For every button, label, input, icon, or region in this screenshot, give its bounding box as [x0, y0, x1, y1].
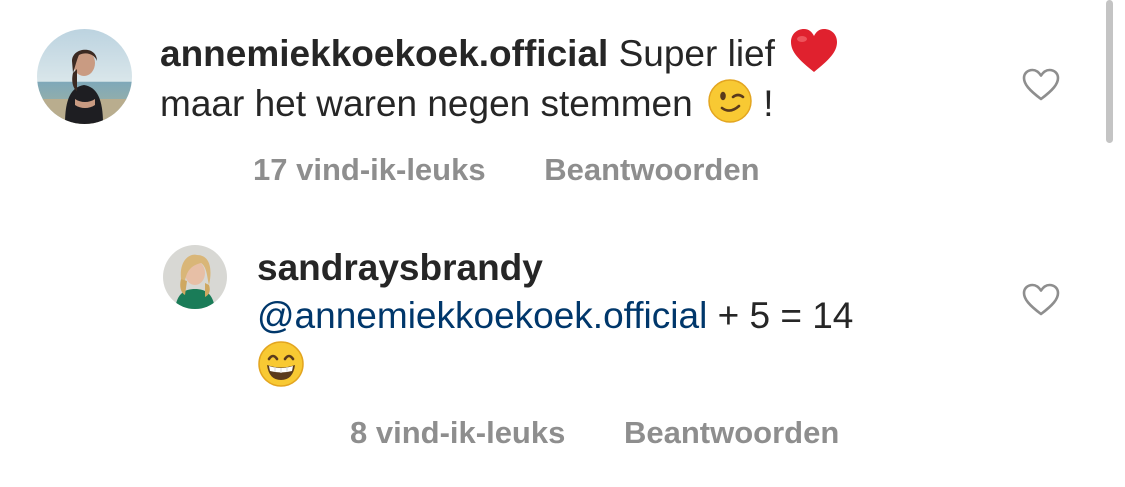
red-heart-icon: [789, 28, 839, 74]
winking-face-icon: [707, 78, 753, 124]
comment-text: annemiekkoekoek.official Super lief maar…: [160, 28, 980, 128]
avatar[interactable]: [163, 245, 227, 309]
comment-body: Super lief: [618, 33, 775, 74]
comment-body: + 5 = 14: [707, 295, 854, 336]
reply-button[interactable]: Beantwoorden: [624, 415, 839, 451]
comment-suffix: !: [763, 83, 774, 124]
like-heart-icon[interactable]: [1022, 283, 1060, 317]
comment-username[interactable]: annemiekkoekoek.official: [160, 33, 608, 74]
mention-link[interactable]: @annemiekkoekoek.official: [257, 295, 707, 336]
likes-count[interactable]: 8 vind-ik-leuks: [350, 415, 565, 451]
grinning-face-icon: [257, 340, 305, 388]
comment-body-line2: maar het waren negen stemmen: [160, 83, 693, 124]
like-heart-icon[interactable]: [1022, 68, 1060, 102]
comment-username[interactable]: sandraysbrandy: [257, 244, 997, 292]
likes-count[interactable]: 17 vind-ik-leuks: [253, 152, 486, 188]
comment-meta: 17 vind-ik-leuks Beantwoorden: [253, 152, 760, 188]
reply-button[interactable]: Beantwoorden: [544, 152, 759, 188]
comment-meta: 8 vind-ik-leuks Beantwoorden: [350, 415, 839, 451]
scrollbar[interactable]: [1106, 0, 1113, 143]
avatar[interactable]: [37, 29, 132, 124]
comment-text: sandraysbrandy @annemiekkoekoek.official…: [257, 244, 997, 392]
